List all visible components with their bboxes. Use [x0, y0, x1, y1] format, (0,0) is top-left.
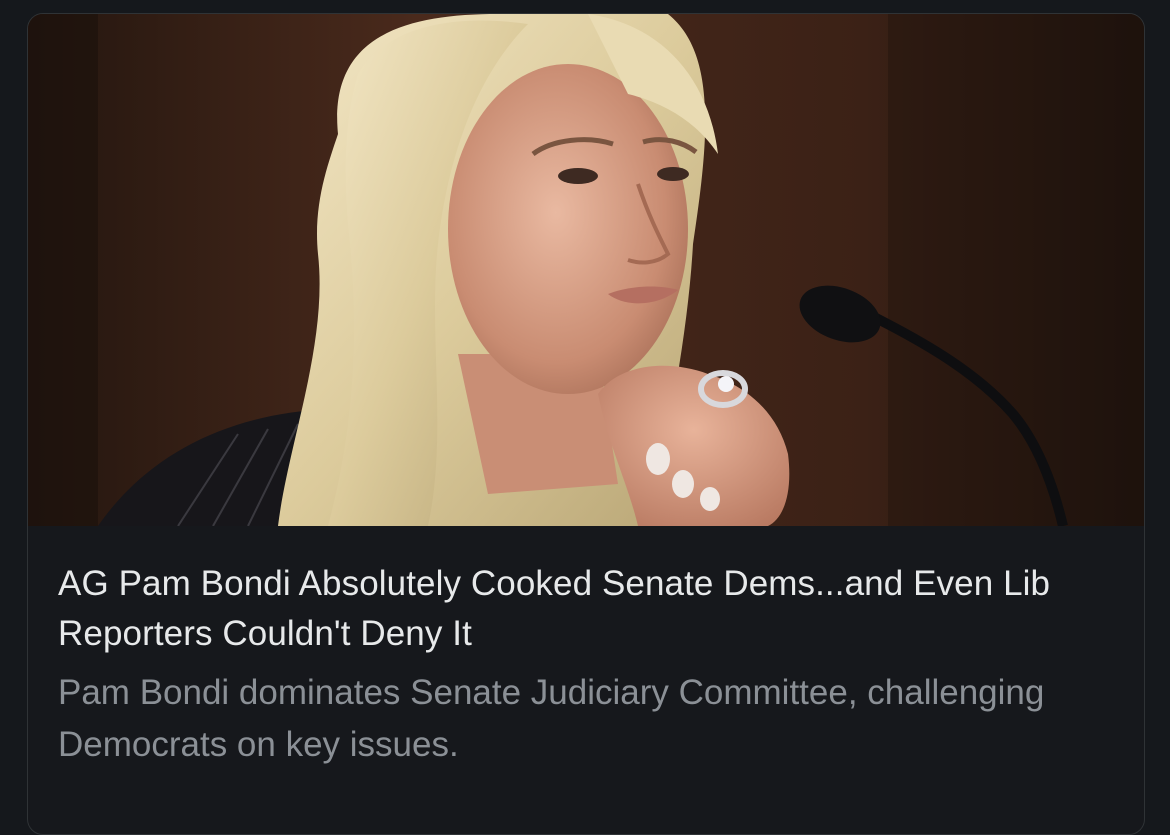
article-photo-illustration: [28, 14, 1144, 526]
article-summary: Pam Bondi dominates Senate Judiciary Com…: [58, 673, 1045, 764]
article-photo[interactable]: [28, 14, 1144, 526]
article-headline[interactable]: AG Pam Bondi Absolutely Cooked Senate De…: [58, 559, 1118, 659]
article-card[interactable]: AG Pam Bondi Absolutely Cooked Senate De…: [27, 13, 1145, 835]
article-text[interactable]: AG Pam Bondi Absolutely Cooked Senate De…: [58, 559, 1118, 771]
